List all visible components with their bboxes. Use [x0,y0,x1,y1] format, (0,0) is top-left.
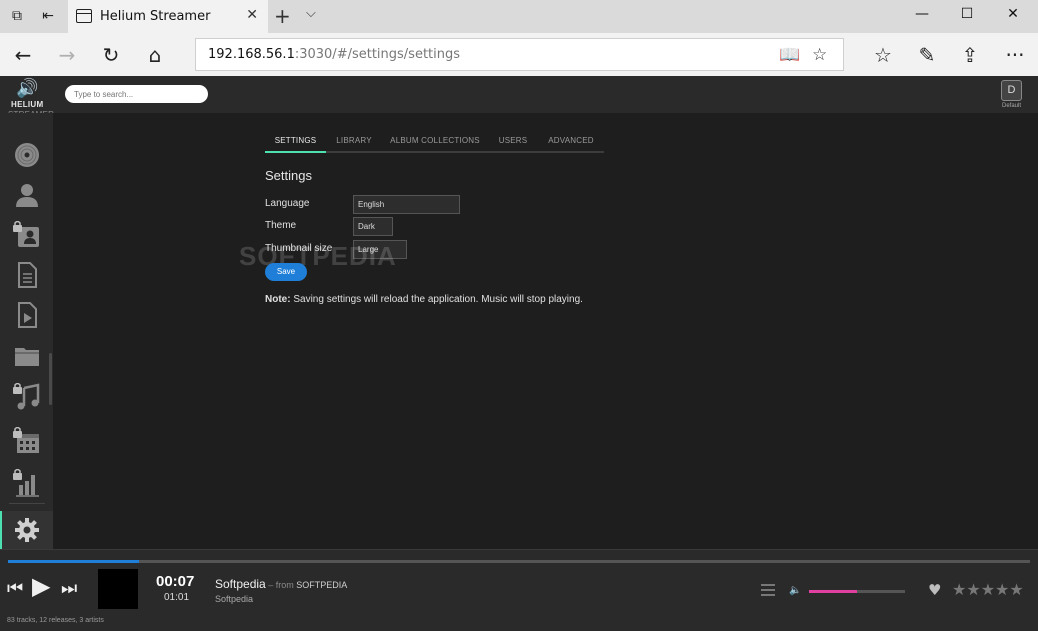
app-header: 🔊 HELIUM STREAMER D Default [0,76,1038,119]
track-title[interactable]: Softpedia [215,577,266,591]
web-notes-icon[interactable]: ✎ [915,43,939,67]
from-label: – from [265,580,297,590]
tab-users[interactable]: USERS [488,133,538,153]
volume-icon[interactable]: 🔈 [789,585,801,596]
helium-app: 🔊 HELIUM STREAMER D Default [0,76,1038,631]
url-host: 192.168.56.1 [208,47,295,62]
language-label: Language [265,198,310,209]
library-stats: 83 tracks, 12 releases, 3 artists [7,617,104,624]
music-note-icon [13,383,40,410]
maximize-icon[interactable]: ☐ [957,6,977,26]
url-path: :3030/#/settings/settings [294,47,461,62]
artist-name[interactable]: Softpedia [215,594,253,604]
tab-advanced[interactable]: ADVANCED [538,133,604,153]
softpedia-watermark: SOFTPEDIA [239,241,397,271]
sidebar-item-statistics[interactable] [0,461,53,503]
volume-level [809,590,857,593]
calendar-icon [13,427,39,453]
tab-close-icon[interactable]: ✕ [246,7,258,23]
tab-library[interactable]: LIBRARY [326,133,382,153]
tab-preview-chevron-icon[interactable]: ⌵ [306,6,316,21]
sidebar-item-calendar[interactable] [0,419,53,461]
new-tab-icon[interactable]: + [274,4,291,28]
gear-icon [15,518,39,542]
next-icon[interactable]: ⏭ [61,578,77,599]
search-input[interactable] [65,85,208,103]
browser-tab-bar: ⧉ ⇤ Helium Streamer ✕ + ⌵ — ☐ ✕ [0,0,1038,33]
theme-label: Theme [265,220,297,231]
sidebar-item-artists[interactable] [0,173,53,215]
favorites-hub-icon[interactable]: ☆ [871,43,895,67]
page-icon [76,9,92,23]
sidebar-scrollbar[interactable] [49,353,52,405]
player-bar: ⏮ ▶ ⏭ 00:07 01:01 Softpedia – from SOFTP… [0,549,1038,631]
sidebar-item-folders[interactable] [0,333,53,375]
theme-select[interactable]: Dark [353,217,393,236]
album-name[interactable]: SOFTPEDIA [296,580,347,590]
now-playing: Softpedia – from SOFTPEDIA [215,577,347,591]
video-file-icon [18,302,37,328]
share-icon[interactable]: ⇪ [958,43,982,67]
set-tabs-aside-icon[interactable]: ⇤ [40,8,56,24]
folder-icon [15,348,39,366]
settings-note: Note: Saving settings will reload the ap… [265,294,583,305]
reading-view-icon[interactable]: 📖 [779,45,800,65]
refresh-icon[interactable]: ↻ [99,43,123,67]
contacts-icon [13,221,39,247]
heart-icon[interactable]: ♥ [928,581,941,599]
artist-icon [16,184,38,207]
vinyl-icon [15,143,39,167]
album-cover[interactable] [98,569,138,609]
document-icon [18,262,37,288]
browser-nav-bar: ← → ↻ ⌂ 192.168.56.1:3030/#/settings/set… [0,33,1038,76]
tab-title: Helium Streamer [100,9,211,24]
sidebar-divider [9,503,45,504]
sidebar-item-videos[interactable] [0,293,53,335]
favorite-star-icon[interactable]: ☆ [812,45,827,65]
more-icon[interactable]: ··· [1003,43,1027,67]
speaker-logo-icon: 🔊 [16,78,39,99]
queue-icon[interactable] [761,584,775,596]
rating-stars[interactable]: ★★★★★ [952,580,1024,599]
language-select[interactable]: English [353,195,460,214]
total-time: 01:01 [164,592,190,603]
window-close-icon[interactable]: ✕ [1003,6,1023,26]
volume-slider[interactable] [809,590,905,593]
browser-tab-active[interactable]: Helium Streamer ✕ [68,0,268,33]
tab-manager-icon[interactable]: ⧉ [9,8,25,24]
previous-icon[interactable]: ⏮ [7,578,23,599]
stats-icon [13,469,39,497]
back-icon[interactable]: ← [11,43,35,67]
logo-text-helium: HELIUM [11,100,44,109]
forward-icon[interactable]: → [55,43,79,67]
settings-tabs: SETTINGS LIBRARY ALBUM COLLECTIONS USERS… [265,133,605,153]
note-label: Note: [265,294,291,305]
sidebar-item-albums[interactable] [0,133,53,175]
tab-settings[interactable]: SETTINGS [265,133,326,153]
user-avatar[interactable]: D [1001,80,1022,101]
seek-progress [8,560,139,563]
minimize-icon[interactable]: — [912,6,932,26]
play-icon[interactable]: ▶ [32,572,50,600]
sidebar [0,113,53,549]
page-title: Settings [265,168,312,183]
settings-panel: SETTINGS LIBRARY ALBUM COLLECTIONS USERS… [53,113,1038,549]
sidebar-item-settings[interactable] [0,511,53,549]
sidebar-item-contacts[interactable] [0,213,53,255]
url-text: 192.168.56.1:3030/#/settings/settings [208,47,460,62]
tab-album-collections[interactable]: ALBUM COLLECTIONS [382,133,488,153]
sidebar-item-documents[interactable] [0,253,53,295]
note-text: Saving settings will reload the applicat… [290,294,583,305]
seek-bar[interactable] [8,560,1030,563]
user-label: Default [1001,103,1021,109]
home-icon[interactable]: ⌂ [143,43,167,67]
elapsed-time: 00:07 [156,573,195,590]
sidebar-item-music[interactable] [0,375,53,417]
save-button[interactable]: Save [265,263,307,281]
address-bar[interactable]: 192.168.56.1:3030/#/settings/settings 📖 … [195,38,844,71]
